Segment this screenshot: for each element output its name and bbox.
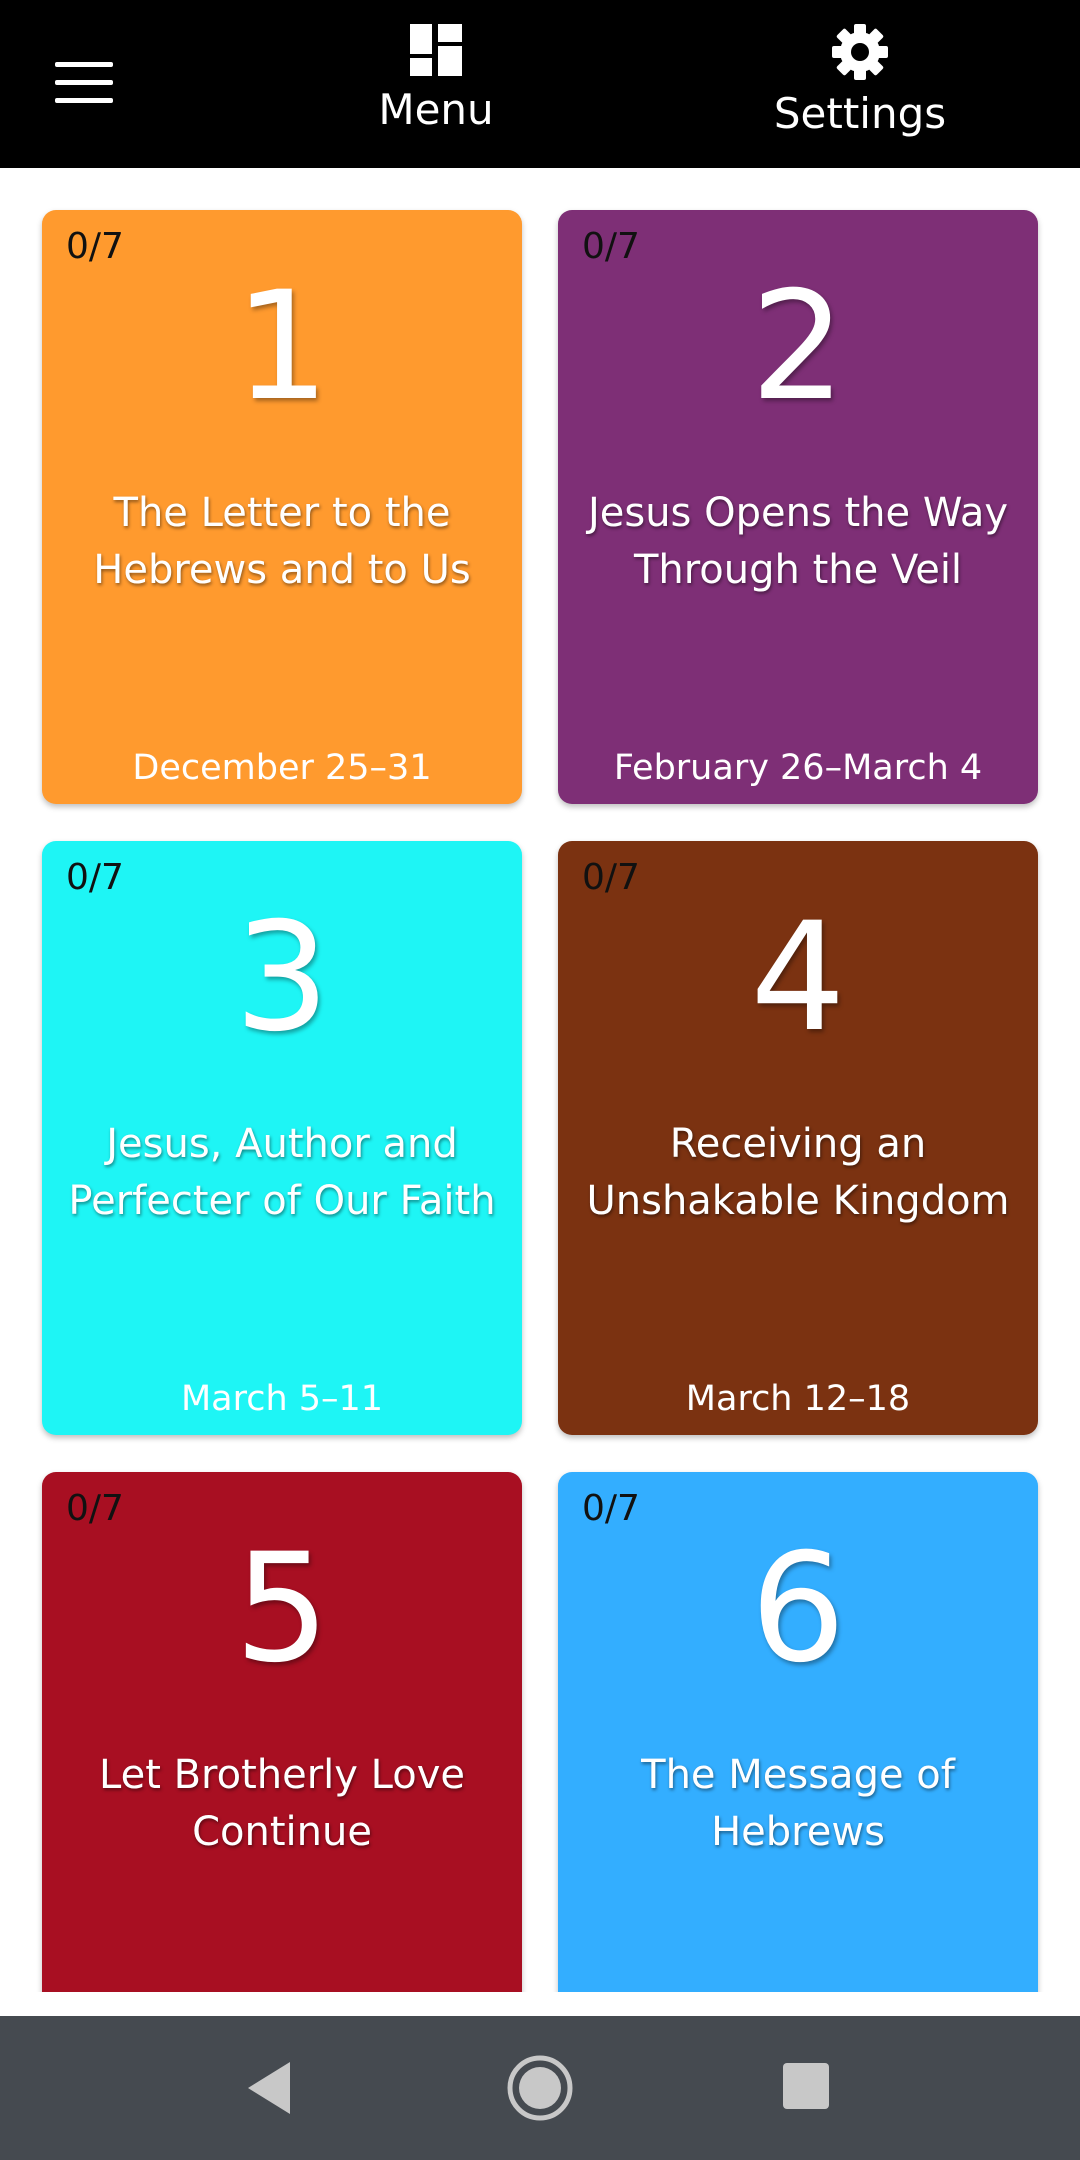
- lesson-number: 6: [750, 1522, 846, 1696]
- lesson-number: 5: [234, 1522, 330, 1696]
- lesson-title: Receiving an Unshakable Kingdom: [586, 1121, 1010, 1224]
- lesson-title: The Message of Hebrews: [641, 1752, 955, 1855]
- lesson-progress: 0/7: [66, 226, 124, 267]
- lesson-date: December 25–31: [132, 748, 432, 788]
- lesson-card-3[interactable]: 0/7 3 Jesus, Author and Perfecter of Our…: [42, 841, 522, 1435]
- lesson-progress: 0/7: [66, 857, 124, 898]
- lesson-title: Jesus Opens the Way Through the Veil: [587, 490, 1009, 593]
- lesson-progress: 0/7: [582, 1488, 640, 1529]
- lesson-number: 4: [750, 891, 846, 1065]
- recents-square-icon: [783, 2063, 829, 2109]
- lesson-card-2[interactable]: 0/7 2 Jesus Opens the Way Through the Ve…: [558, 210, 1038, 804]
- lesson-card-1[interactable]: 0/7 1 The Letter to the Hebrews and to U…: [42, 210, 522, 804]
- menu-label: Menu: [378, 85, 494, 134]
- lesson-progress: 0/7: [582, 857, 640, 898]
- lesson-title: Let Brotherly Love Continue: [99, 1752, 465, 1855]
- app-toolbar: Menu Settings: [0, 0, 1080, 168]
- lesson-progress: 0/7: [582, 226, 640, 267]
- menu-button[interactable]: Menu: [378, 22, 494, 152]
- settings-button[interactable]: Settings: [774, 22, 946, 152]
- home-button[interactable]: [506, 2054, 574, 2122]
- lesson-date: February 26–March 4: [613, 748, 983, 788]
- recents-button[interactable]: [782, 2062, 830, 2110]
- lesson-title: Jesus, Author and Perfecter of Our Faith: [68, 1121, 496, 1224]
- back-button[interactable]: [240, 2056, 304, 2120]
- lesson-progress: 0/7: [66, 1488, 124, 1529]
- lesson-title: The Letter to the Hebrews and to Us: [93, 490, 471, 593]
- settings-label: Settings: [773, 89, 947, 138]
- back-triangle-icon: [248, 2062, 290, 2114]
- lesson-card-5[interactable]: 0/7 5 Let Brotherly Love Continue: [42, 1472, 522, 1992]
- hamburger-menu-icon[interactable]: [55, 62, 113, 104]
- home-circle-icon: [507, 2055, 573, 2121]
- lesson-number: 1: [234, 260, 330, 434]
- lesson-grid: 0/7 1 The Letter to the Hebrews and to U…: [0, 168, 1080, 1992]
- lesson-number: 3: [234, 891, 330, 1065]
- gear-icon: [832, 24, 888, 80]
- lesson-date: March 5–11: [180, 1379, 384, 1419]
- lesson-number: 2: [750, 260, 846, 434]
- lesson-card-6[interactable]: 0/7 6 The Message of Hebrews: [558, 1472, 1038, 1992]
- lesson-card-4[interactable]: 0/7 4 Receiving an Unshakable Kingdom Ma…: [558, 841, 1038, 1435]
- system-navigation-bar: [0, 2016, 1080, 2160]
- lesson-date: March 12–18: [685, 1379, 911, 1419]
- dashboard-icon: [410, 24, 462, 76]
